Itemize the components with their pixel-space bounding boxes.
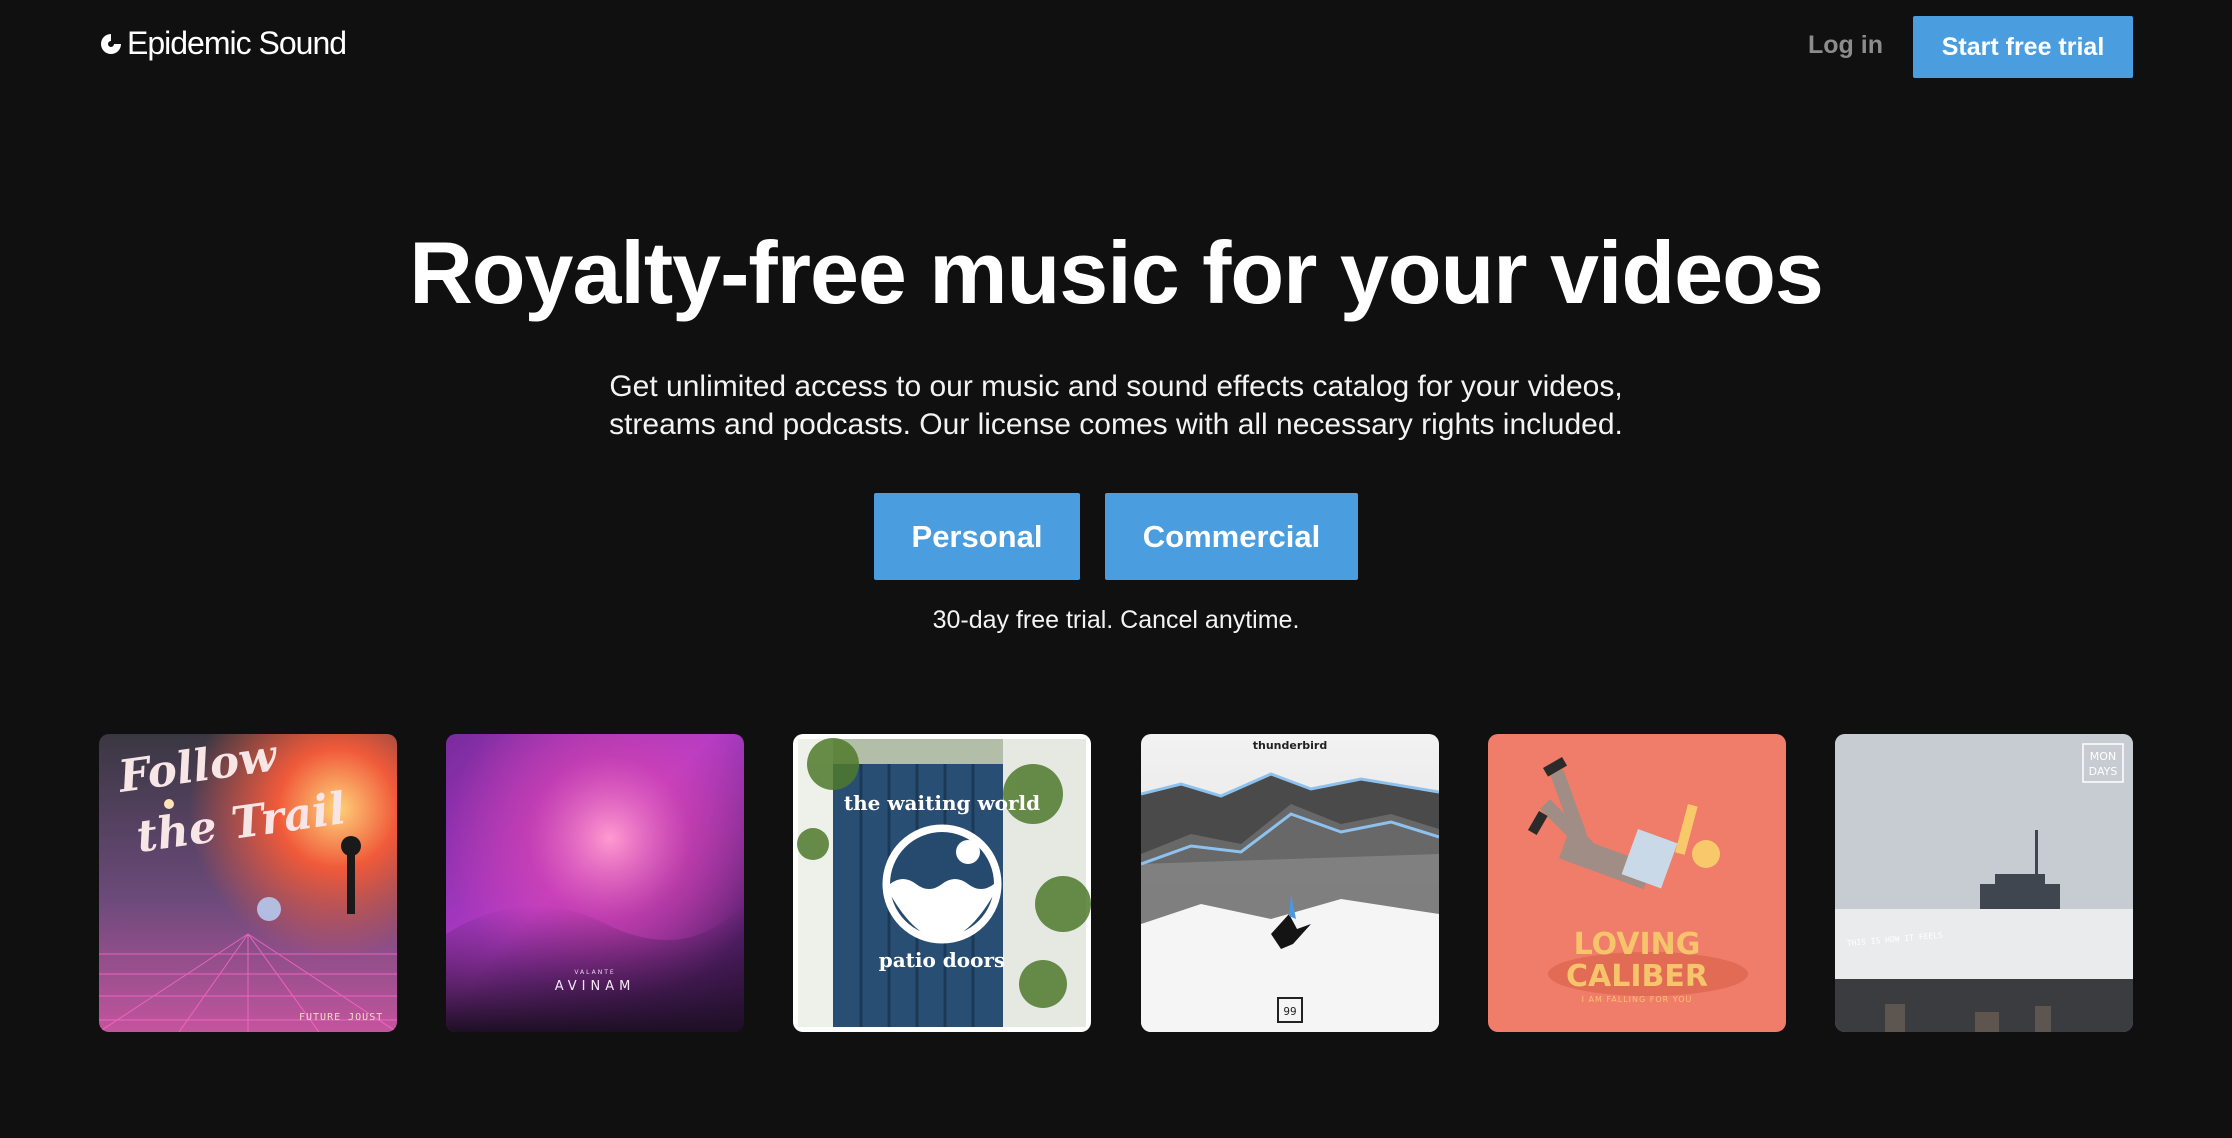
- album-gallery: Follow the Trail FUTURE JOUST VALANTE AV…: [99, 734, 2133, 1032]
- start-free-trial-button[interactable]: Start free trial: [1913, 16, 2133, 78]
- commercial-plan-button[interactable]: Commercial: [1105, 493, 1358, 580]
- trial-note: 30-day free trial. Cancel anytime.: [932, 606, 1300, 634]
- login-link[interactable]: Log in: [1808, 31, 1883, 60]
- album-cover-mondays[interactable]: MON DAYS THIS IS HOW IT FEELS: [1835, 734, 2133, 1032]
- album-art-thunderbird: 99 thunderbird: [1141, 734, 1439, 1032]
- album-art-patio-doors: the waiting world patio doors: [793, 734, 1091, 1032]
- brand-name: Epidemic Sound: [127, 25, 347, 61]
- brand-logo[interactable]: Epidemic Sound: [99, 25, 347, 62]
- album-3-subtitle: patio doors: [879, 948, 1006, 972]
- album-3-title: the waiting world: [844, 791, 1040, 815]
- album-art-avinam: VALANTE AVINAM: [446, 734, 744, 1032]
- album-4-artist: thunderbird: [1253, 739, 1327, 752]
- hero-subtitle-line-2: streams and podcasts. Our license comes …: [609, 408, 1623, 441]
- album-6-badge-line-1: MON: [2090, 750, 2116, 763]
- landing-page: Epidemic Sound Log in Start free trial R…: [0, 0, 2232, 1138]
- album-cover-avinam[interactable]: VALANTE AVINAM: [446, 734, 744, 1032]
- album-art-mondays: MON DAYS THIS IS HOW IT FEELS: [1835, 734, 2133, 1032]
- hero-subtitle: Get unlimited access to our music and so…: [516, 368, 1716, 444]
- album-6-badge-line-2: DAYS: [2089, 765, 2118, 778]
- personal-plan-button[interactable]: Personal: [874, 493, 1080, 580]
- hero-subtitle-line-1: Get unlimited access to our music and so…: [609, 370, 1623, 403]
- album-cover-loving-caliber[interactable]: LOVING CALIBER I AM FALLING FOR YOU: [1488, 734, 1786, 1032]
- album-2-artist: VALANTE: [574, 969, 615, 976]
- album-2-title: AVINAM: [555, 979, 636, 994]
- epidemic-logo-icon: [101, 33, 121, 54]
- album-cover-follow-the-trail[interactable]: Follow the Trail FUTURE JOUST: [99, 734, 397, 1032]
- hero-title: Royalty-free music for your videos: [409, 223, 1824, 322]
- album-art-loving-caliber: LOVING CALIBER I AM FALLING FOR YOU: [1488, 734, 1786, 1032]
- album-5-title-line-2: CALIBER: [1566, 959, 1708, 994]
- svg-text:99: 99: [1283, 1005, 1296, 1018]
- album-1-artist: FUTURE JOUST: [299, 1012, 383, 1023]
- album-art-follow-the-trail: Follow the Trail FUTURE JOUST: [99, 734, 397, 1032]
- album-cover-thunderbird[interactable]: 99 thunderbird: [1141, 734, 1439, 1032]
- album-5-subtitle: I AM FALLING FOR YOU: [1582, 995, 1693, 1004]
- album-cover-patio-doors[interactable]: the waiting world patio doors: [793, 734, 1091, 1032]
- site-header: Epidemic Sound Log in Start free trial: [0, 0, 2232, 92]
- album-5-title-line-1: LOVING: [1574, 927, 1701, 962]
